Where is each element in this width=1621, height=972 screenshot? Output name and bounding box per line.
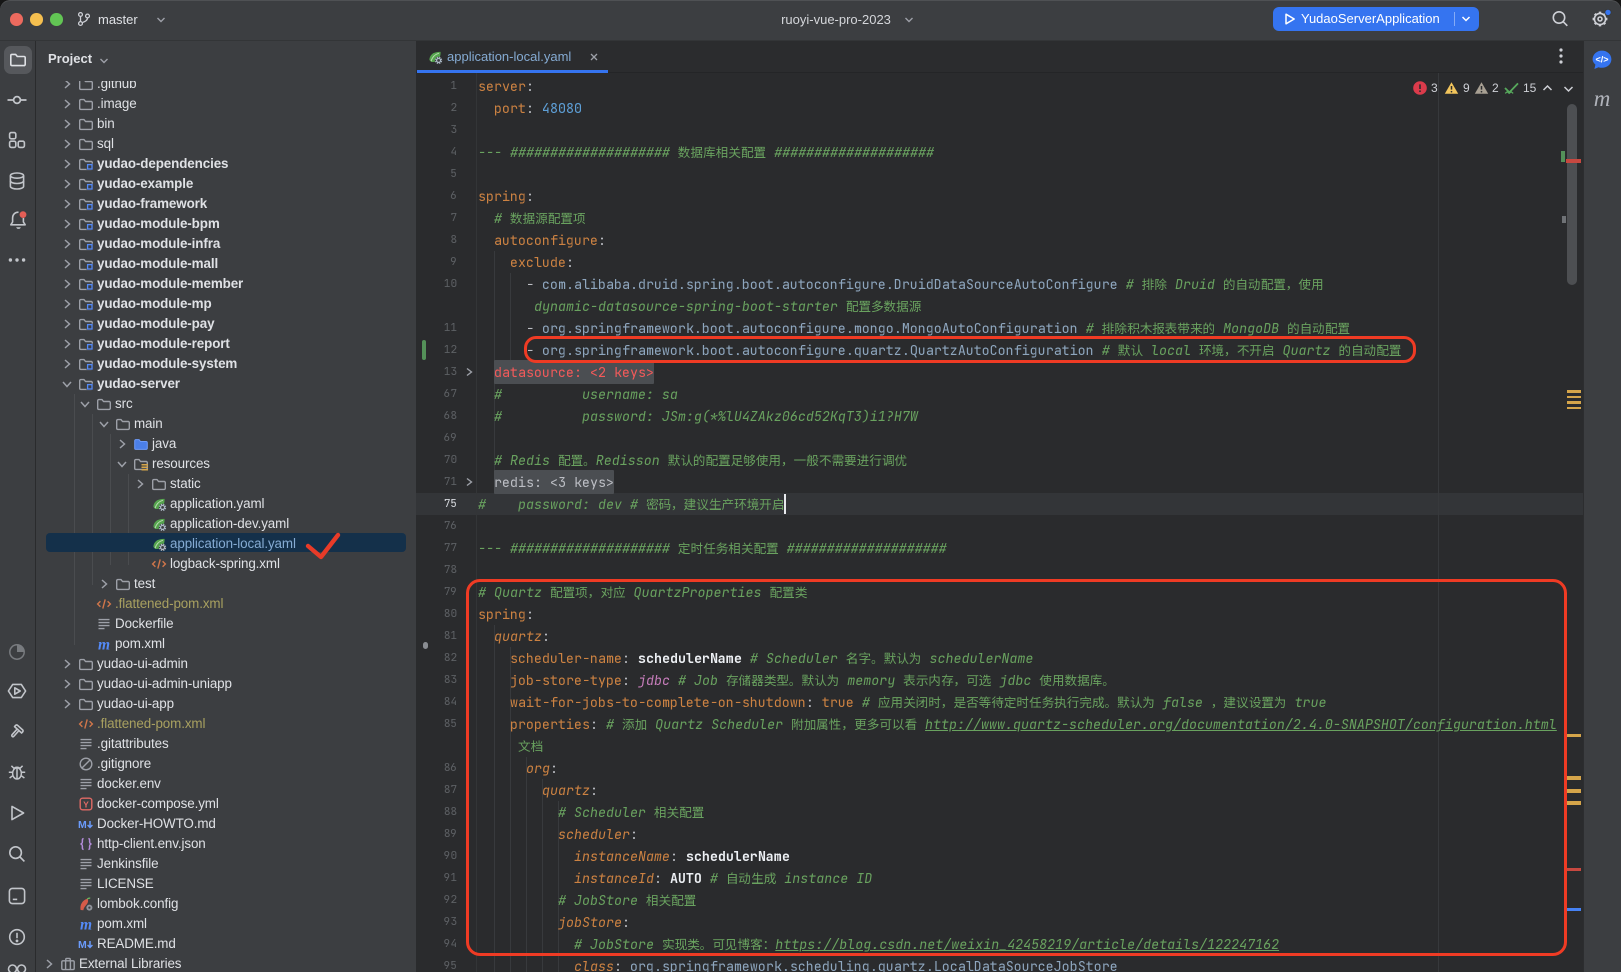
svg-text:M: M <box>78 819 87 831</box>
svg-text:Y: Y <box>83 799 89 809</box>
svg-text:m: m <box>98 636 110 652</box>
svg-text:M: M <box>78 939 87 951</box>
svg-text:</>: </> <box>1595 55 1608 65</box>
svg-text:m: m <box>80 916 92 932</box>
